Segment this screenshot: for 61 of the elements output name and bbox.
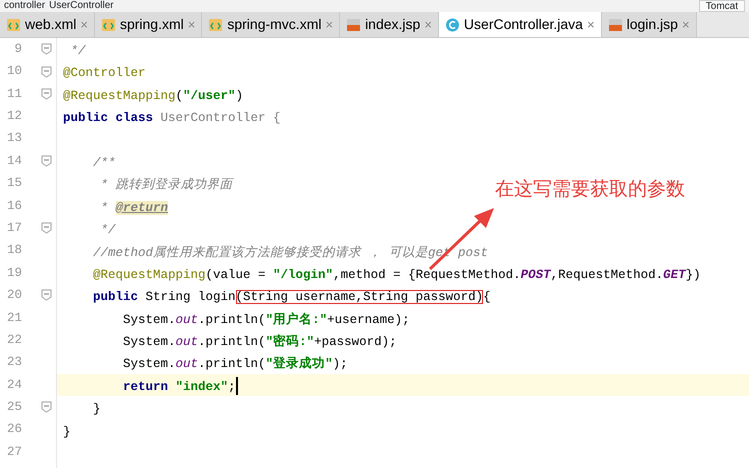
code-line: return "index"; xyxy=(122,378,236,396)
fold-icon[interactable] xyxy=(41,289,52,302)
line-number: 18 xyxy=(6,242,22,260)
xml-file-icon xyxy=(6,16,21,32)
jsp-file-icon xyxy=(608,16,623,32)
annotation-note: 在这写需要获取的参数 xyxy=(495,178,685,202)
line-number: 23 xyxy=(6,354,22,372)
fold-icon[interactable] xyxy=(41,88,52,100)
line-number: 25 xyxy=(6,399,22,416)
code-line: * @return xyxy=(100,200,168,217)
line-number: 22 xyxy=(6,332,22,349)
line-number: 12 xyxy=(6,108,22,125)
editor-tab[interactable]: web.xml × xyxy=(0,12,95,37)
xml-file-icon xyxy=(100,16,116,32)
code-line: /** xyxy=(92,154,116,172)
editor-tab[interactable]: spring.xml × xyxy=(94,12,202,37)
editor-tab[interactable]: index.jsp × xyxy=(340,12,439,37)
line-number: 13 xyxy=(6,130,22,148)
line-number: 15 xyxy=(6,175,22,192)
fold-icon[interactable] xyxy=(41,43,52,56)
breadcrumb-item[interactable]: controller xyxy=(4,0,46,12)
code-line: } xyxy=(63,424,71,441)
line-number: 14 xyxy=(6,152,22,170)
code-line: * 跳转到登录成功界面 xyxy=(100,176,233,194)
line-number: 16 xyxy=(6,198,22,215)
fold-icon[interactable] xyxy=(41,155,52,168)
fold-icon[interactable] xyxy=(41,66,52,78)
editor-tab[interactable]: spring-mvc.xml × xyxy=(202,12,340,37)
code-line: @Controller xyxy=(63,65,146,82)
editor-tab[interactable]: login.jsp × xyxy=(602,12,697,37)
line-number: 20 xyxy=(6,287,22,304)
code-line: @RequestMapping("/user") xyxy=(63,88,244,105)
line-number: 10 xyxy=(6,63,22,80)
code-line: public String login(String username,String password){ xyxy=(92,289,491,306)
line-number: 27 xyxy=(6,444,22,461)
line-number: 26 xyxy=(6,421,22,438)
code-line: System.out.println("登录成功"); xyxy=(122,356,348,374)
jsp-file-icon xyxy=(346,16,362,32)
fold-icon[interactable] xyxy=(41,401,52,414)
class-file-icon xyxy=(444,16,460,32)
code-line: */ xyxy=(70,43,86,60)
code-line: public class UserController { xyxy=(63,110,281,128)
line-number: 17 xyxy=(6,220,22,237)
code-line: System.out.println("密码:"+password); xyxy=(122,333,397,352)
annotation-arrow xyxy=(428,208,494,270)
line-number: 19 xyxy=(6,264,22,282)
breadcrumb-item[interactable]: UserController xyxy=(49,0,114,12)
code-line: System.out.println("用户名:"+username); xyxy=(122,311,410,329)
line-number: 11 xyxy=(6,86,22,103)
code-line: */ xyxy=(100,222,116,240)
xml-file-icon xyxy=(208,16,224,32)
text-cursor xyxy=(236,376,238,395)
run-config-selector[interactable]: Tomcat xyxy=(698,0,745,12)
code-line: @RequestMapping(value = "/login",method = {RequestMethod.POST,RequestMethod.GET}) xyxy=(92,266,701,284)
fold-icon[interactable] xyxy=(41,222,52,234)
close-icon[interactable]: × xyxy=(586,14,595,34)
line-number: 21 xyxy=(6,310,22,326)
line-number: 9 xyxy=(13,40,22,58)
line-number: 24 xyxy=(6,376,22,394)
editor-tab[interactable]: UserController.java × xyxy=(438,12,602,37)
code-line: } xyxy=(92,401,101,418)
